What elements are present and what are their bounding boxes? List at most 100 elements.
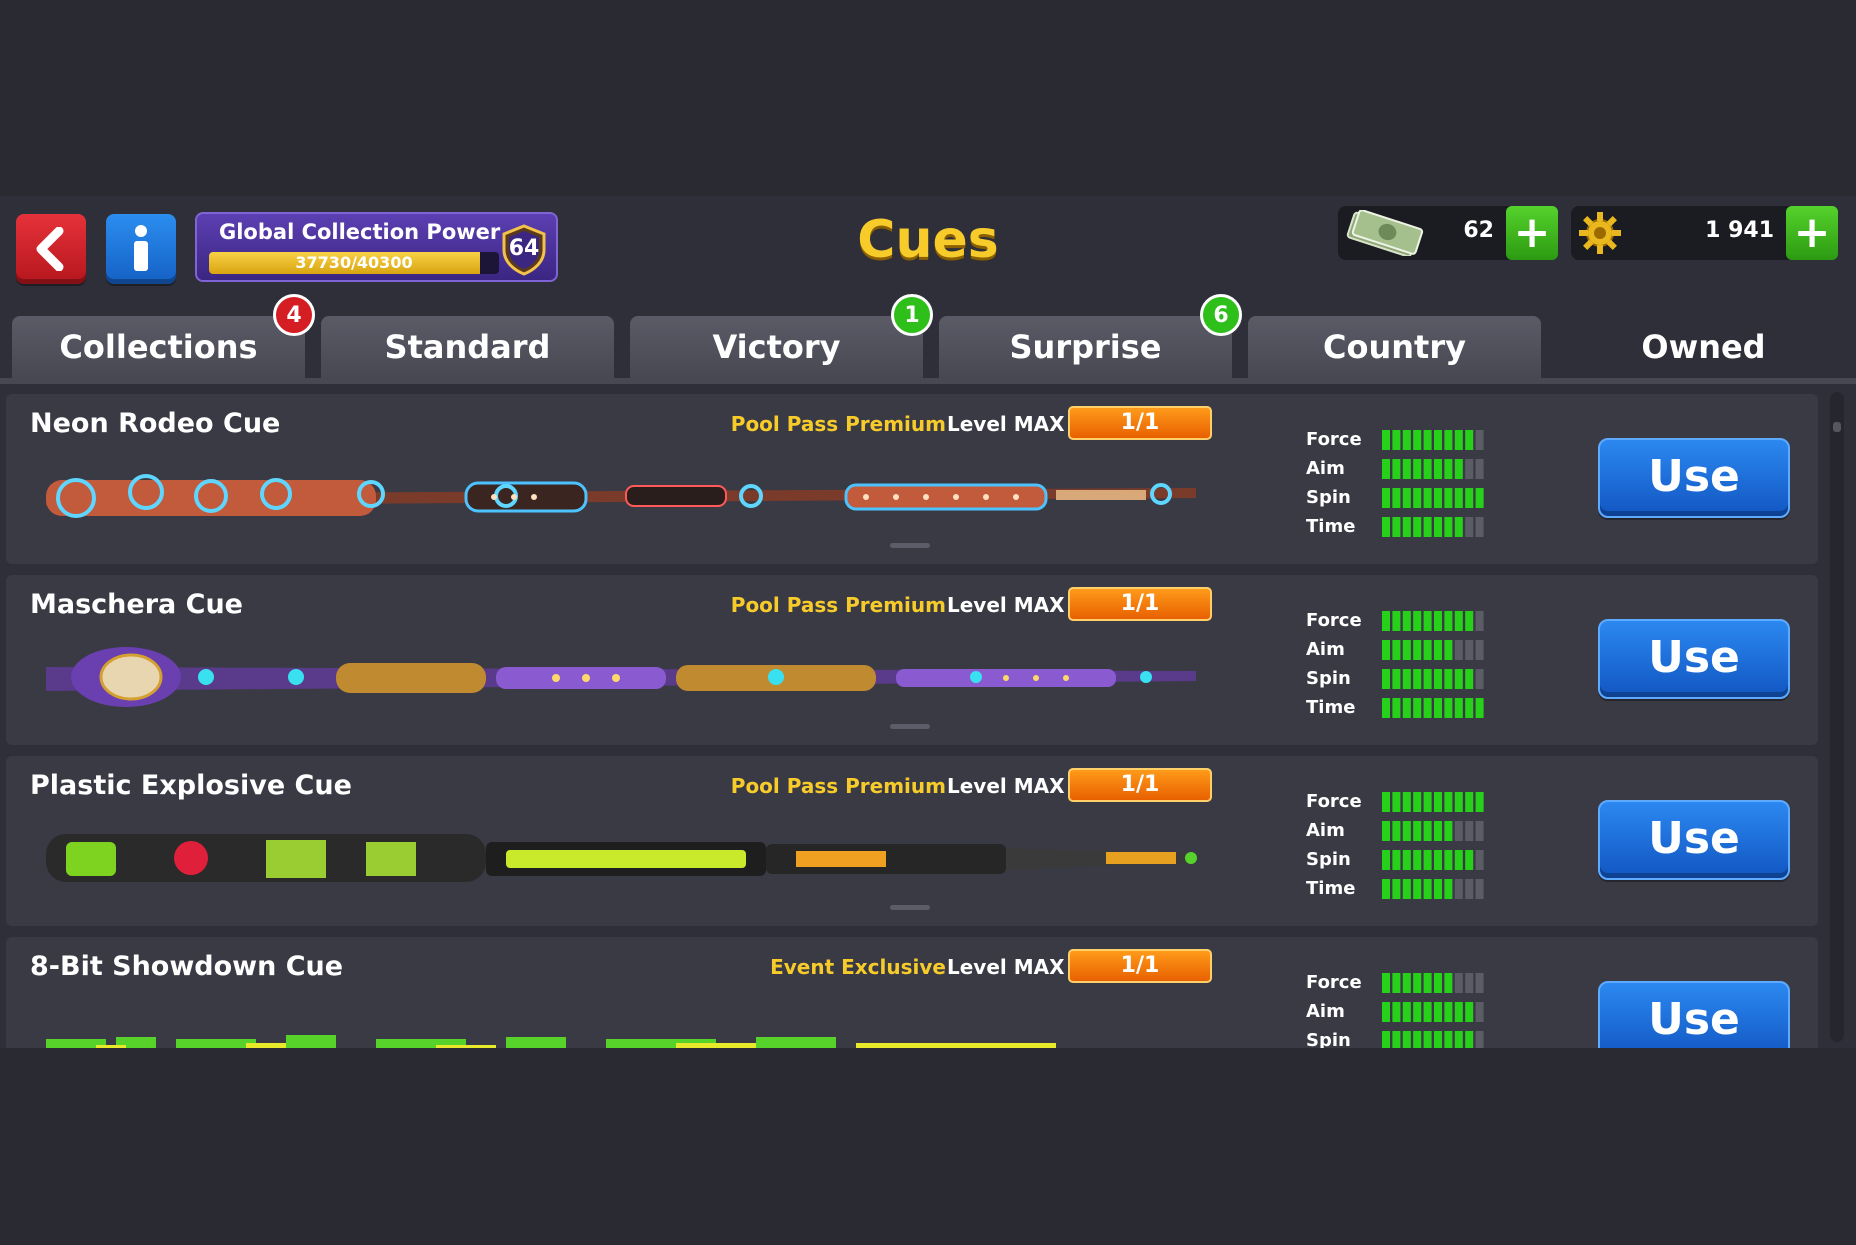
tabs-underline bbox=[0, 378, 1856, 384]
use-button[interactable]: Use bbox=[1598, 800, 1790, 880]
stat-label-spin: Spin bbox=[1306, 1030, 1351, 1048]
drag-handle[interactable] bbox=[890, 905, 930, 910]
add-cash-button[interactable]: + bbox=[1506, 206, 1558, 260]
stat-segment bbox=[1402, 850, 1411, 870]
stat-segment bbox=[1423, 1031, 1432, 1048]
stat-bar-force bbox=[1382, 792, 1484, 812]
stat-segment bbox=[1475, 669, 1484, 689]
cue-name: Maschera Cue bbox=[30, 589, 243, 620]
cue-row: Maschera Cue Pool Pass Premium Level MAX… bbox=[6, 575, 1818, 745]
coin-icon bbox=[1579, 212, 1621, 254]
stat-segment bbox=[1392, 488, 1401, 508]
tab-label: Standard bbox=[384, 328, 551, 366]
stat-segment bbox=[1465, 669, 1474, 689]
stat-segment bbox=[1465, 640, 1474, 660]
stat-segment bbox=[1402, 430, 1411, 450]
tab-badge-collections: 4 bbox=[273, 294, 315, 336]
tab-victory[interactable]: Victory bbox=[630, 316, 923, 378]
neon-rodeo-cue-image bbox=[46, 474, 1196, 518]
cash-counter: 62 + bbox=[1338, 206, 1558, 260]
plastic-explosive-cue-image bbox=[46, 834, 1197, 882]
drag-handle[interactable] bbox=[890, 543, 930, 548]
stat-bar-time bbox=[1382, 698, 1484, 718]
coins-value: 1 941 bbox=[1705, 218, 1774, 243]
stat-segment bbox=[1413, 640, 1422, 660]
stat-label-aim: Aim bbox=[1306, 639, 1345, 660]
stat-segment bbox=[1454, 517, 1463, 537]
stat-label-force: Force bbox=[1306, 972, 1362, 993]
cue-level-badge: 1/1 bbox=[1068, 949, 1212, 983]
cue-row: Neon Rodeo Cue Pool Pass Premium Level M… bbox=[6, 394, 1818, 564]
stat-segment bbox=[1444, 640, 1453, 660]
stat-segment bbox=[1382, 488, 1390, 508]
cue-list[interactable]: Neon Rodeo Cue Pool Pass Premium Level M… bbox=[6, 394, 1818, 1048]
stat-segment bbox=[1465, 517, 1474, 537]
stat-segment bbox=[1434, 821, 1442, 841]
stat-segment bbox=[1454, 640, 1463, 660]
tab-label: Owned bbox=[1641, 328, 1766, 366]
cue-source: Pool Pass Premium bbox=[730, 774, 946, 798]
stat-segment bbox=[1382, 792, 1390, 812]
tab-standard[interactable]: Standard bbox=[321, 316, 614, 378]
scrollbar[interactable] bbox=[1830, 392, 1844, 1042]
stat-segment bbox=[1413, 430, 1422, 450]
tab-owned[interactable]: Owned bbox=[1557, 316, 1850, 378]
stat-segment bbox=[1475, 698, 1484, 718]
stat-segment bbox=[1392, 973, 1401, 993]
stat-segment bbox=[1402, 973, 1411, 993]
stat-label-aim: Aim bbox=[1306, 820, 1345, 841]
stat-segment bbox=[1423, 792, 1432, 812]
stat-segment bbox=[1402, 611, 1411, 631]
stat-segment bbox=[1423, 430, 1432, 450]
stat-segment bbox=[1392, 792, 1401, 812]
stat-segment bbox=[1465, 821, 1474, 841]
stat-segment bbox=[1392, 821, 1401, 841]
use-button[interactable]: Use bbox=[1598, 619, 1790, 699]
stat-bar-force bbox=[1382, 430, 1484, 450]
stat-segment bbox=[1454, 973, 1463, 993]
stat-segment bbox=[1434, 973, 1442, 993]
stat-segment bbox=[1382, 879, 1390, 899]
use-button[interactable]: Use bbox=[1598, 981, 1790, 1048]
stat-segment bbox=[1423, 488, 1432, 508]
tab-collections[interactable]: Collections bbox=[12, 316, 305, 378]
banknote-icon bbox=[1346, 210, 1424, 256]
tab-country[interactable]: Country bbox=[1248, 316, 1541, 378]
stat-segment bbox=[1402, 669, 1411, 689]
stat-segment bbox=[1392, 698, 1401, 718]
stat-segment bbox=[1454, 459, 1463, 479]
stat-bar-aim bbox=[1382, 640, 1484, 660]
stat-bar-spin bbox=[1382, 669, 1484, 689]
stat-segment bbox=[1423, 1002, 1432, 1022]
stat-segment bbox=[1434, 850, 1442, 870]
stat-segment bbox=[1475, 640, 1484, 660]
stat-segment bbox=[1444, 973, 1453, 993]
stat-segment bbox=[1434, 1031, 1442, 1048]
add-coins-button[interactable]: + bbox=[1786, 206, 1838, 260]
stat-segment bbox=[1454, 850, 1463, 870]
stat-segment bbox=[1392, 1002, 1401, 1022]
stat-label-spin: Spin bbox=[1306, 487, 1351, 508]
stat-segment bbox=[1382, 430, 1390, 450]
stat-segment bbox=[1382, 640, 1390, 660]
stat-segment bbox=[1413, 879, 1422, 899]
cue-source: Pool Pass Premium bbox=[730, 412, 946, 436]
tab-surprise[interactable]: Surprise bbox=[939, 316, 1232, 378]
stat-segment bbox=[1444, 1031, 1453, 1048]
use-button[interactable]: Use bbox=[1598, 438, 1790, 518]
stat-segment bbox=[1444, 698, 1453, 718]
scrollbar-thumb[interactable] bbox=[1833, 422, 1841, 432]
stat-segment bbox=[1402, 1031, 1411, 1048]
maschera-cue-image bbox=[46, 647, 1196, 707]
stat-segment bbox=[1413, 821, 1422, 841]
stat-segment bbox=[1475, 850, 1484, 870]
stat-segment bbox=[1413, 488, 1422, 508]
stat-segment bbox=[1423, 879, 1432, 899]
stat-segment bbox=[1382, 669, 1390, 689]
stat-bar-time bbox=[1382, 517, 1484, 537]
stat-segment bbox=[1454, 792, 1463, 812]
drag-handle[interactable] bbox=[890, 724, 930, 729]
stat-segment bbox=[1413, 669, 1422, 689]
stat-segment bbox=[1475, 517, 1484, 537]
stat-label-spin: Spin bbox=[1306, 849, 1351, 870]
